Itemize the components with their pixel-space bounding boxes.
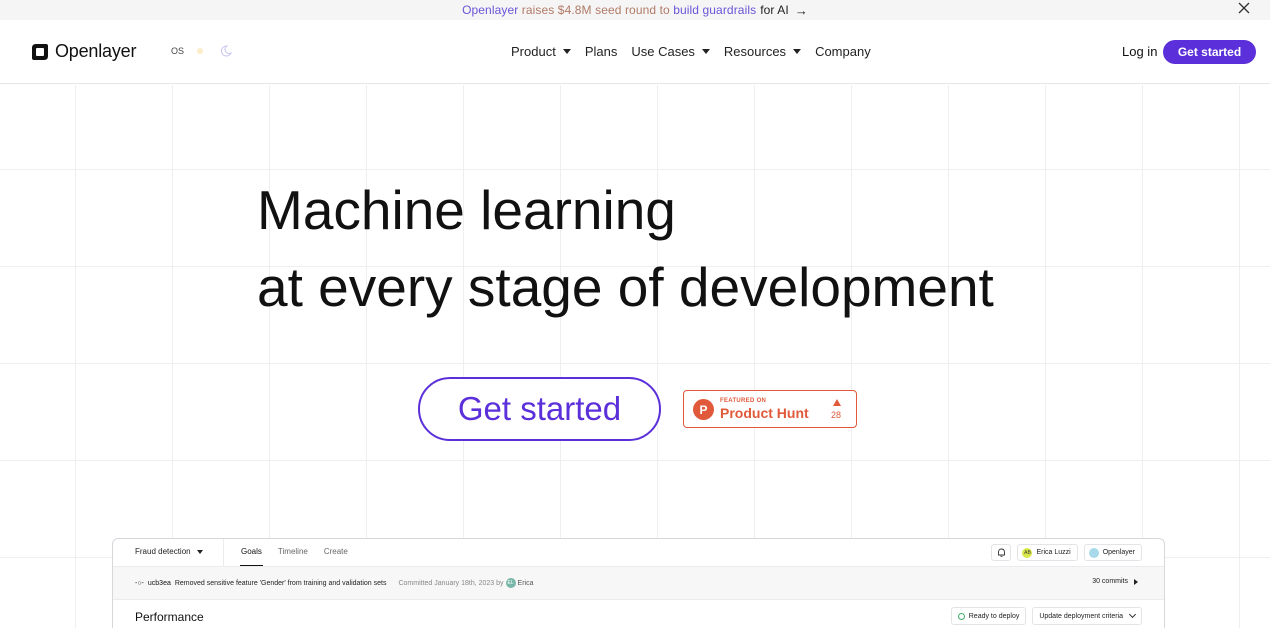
menu-item-use-cases[interactable]: Use Cases (631, 44, 710, 59)
update-criteria-button[interactable]: Update deployment criteria (1032, 607, 1142, 625)
project-name: Fraud detection (135, 547, 191, 556)
status-text: Ready to deploy (968, 612, 1020, 620)
section-actions: Ready to deploy Update deployment criter… (950, 607, 1142, 625)
logo-text: Openlayer (55, 41, 137, 61)
commit-hash[interactable]: ucb3ea (148, 580, 171, 587)
app-right-tools: AB Erica Luzzi Openlayer (991, 544, 1142, 561)
section-title: Performance (135, 610, 204, 624)
caret-down-icon (562, 49, 571, 54)
user-avatar: AB (1022, 547, 1033, 558)
project-selector[interactable]: Fraud detection (135, 547, 203, 556)
caret-down-icon (196, 549, 203, 554)
menu-item-product[interactable]: Product (511, 44, 571, 59)
app-preview: Fraud detection Goals Timeline Create AB… (112, 538, 1165, 628)
theme-toggle[interactable] (193, 44, 233, 58)
commit-author: Erica (517, 579, 534, 587)
product-hunt-featured: FEATURED ON (720, 398, 767, 404)
upvote-icon (833, 399, 841, 406)
get-started-nav-button[interactable]: Get started (1163, 40, 1256, 64)
commit-info: -○- ucb3ea Removed sensitive feature 'Ge… (135, 578, 534, 588)
commit-icon: -○- (135, 579, 144, 587)
menu-item-label: Use Cases (631, 44, 695, 59)
org-pill[interactable]: Openlayer (1083, 544, 1142, 561)
product-hunt-badge[interactable]: P FEATURED ON Product Hunt 28 (683, 390, 857, 428)
product-hunt-name: Product Hunt (720, 405, 809, 421)
commit-author-avatar: EL (505, 578, 516, 588)
commit-message: Removed sensitive feature 'Gender' from … (174, 579, 387, 587)
moon-icon[interactable] (219, 44, 233, 58)
commits-count-link[interactable]: 30 commits (1092, 578, 1138, 585)
chevron-down-icon (1128, 610, 1137, 619)
caret-right-icon (1134, 578, 1138, 585)
announcement-text: raises $4.8M seed round to (518, 3, 674, 17)
get-started-hero-button[interactable]: Get started (418, 377, 661, 441)
update-criteria-label: Update deployment criteria (1039, 612, 1123, 620)
upvote-count: 28 (831, 410, 842, 420)
menu-item-label: Product (511, 44, 556, 59)
menu-item-label: Plans (584, 44, 618, 59)
commits-count: 30 commits (1092, 578, 1128, 585)
tab-create[interactable]: Create (324, 547, 348, 556)
org-avatar (1088, 547, 1099, 558)
user-pill[interactable]: AB Erica Luzzi (1017, 544, 1078, 561)
tab-timeline[interactable]: Timeline (278, 547, 308, 556)
commit-bar: -○- ucb3ea Removed sensitive feature 'Ge… (113, 567, 1164, 600)
tab-goals[interactable]: Goals (240, 547, 263, 566)
headline-line-2: at every stage of development (257, 256, 994, 318)
announcement-bar[interactable]: Openlayer raises $4.8M seed round to bui… (0, 0, 1270, 20)
divider (223, 539, 224, 567)
app-toolbar: Fraud detection Goals Timeline Create AB… (113, 539, 1164, 567)
headline-line-1: Machine learning (257, 179, 676, 241)
commit-meta: Committed January 18th, 2023 by (398, 579, 504, 587)
menu-item-label: Company (815, 44, 871, 59)
menu-item-company[interactable]: Company (815, 44, 871, 59)
top-nav: Openlayer OS Product Plans Use Cases Res… (0, 20, 1270, 84)
status-badge: Ready to deploy (950, 607, 1027, 625)
org-name: Openlayer (1102, 549, 1135, 556)
announcement-brand: Openlayer (462, 3, 519, 17)
sun-icon[interactable] (193, 44, 207, 58)
user-name: Erica Luzzi (1036, 549, 1071, 556)
announcement-accent: build guardrails (673, 3, 757, 17)
announcement-end: for AI (760, 3, 789, 17)
bell-icon (998, 548, 1005, 557)
login-link[interactable]: Log in (1122, 44, 1157, 59)
main-menu: Product Plans Use Cases Resources Compan… (511, 44, 885, 59)
app-tabs: Goals Timeline Create (240, 547, 364, 566)
arrow-right-icon: → (794, 2, 808, 18)
menu-item-resources[interactable]: Resources (723, 44, 802, 59)
os-label[interactable]: OS (171, 46, 184, 56)
menu-item-label: Resources (723, 44, 787, 59)
close-icon[interactable] (1236, 0, 1252, 16)
product-hunt-logo-icon: P (693, 399, 714, 420)
caret-down-icon (793, 49, 802, 54)
status-dot-icon (957, 612, 965, 620)
menu-item-plans[interactable]: Plans (585, 44, 618, 59)
caret-down-icon (701, 49, 710, 54)
notifications-button[interactable] (991, 544, 1012, 561)
openlayer-logo-icon (32, 43, 48, 60)
hero-headline: Machine learning at every stage of devel… (257, 172, 994, 326)
logo[interactable]: Openlayer (31, 41, 136, 62)
